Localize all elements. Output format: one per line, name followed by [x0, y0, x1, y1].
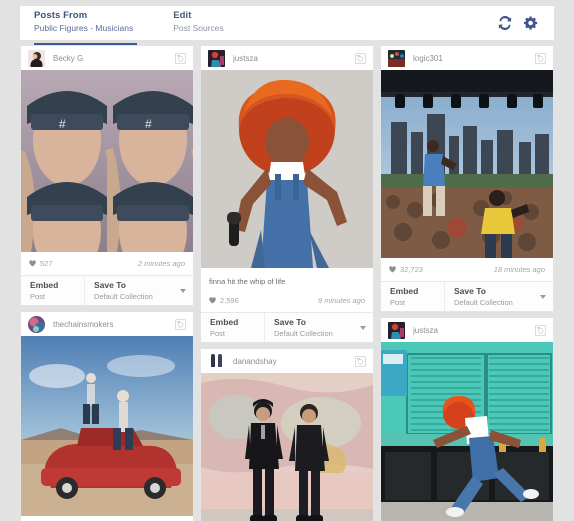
tab-title: Edit [173, 10, 253, 22]
post-time: 18 minutes ago [494, 265, 545, 274]
like-count: 32,723 [400, 265, 423, 274]
post-username: justsza [233, 54, 258, 63]
app-root: Posts From Public Figures - Musicians Ed… [0, 0, 574, 521]
instagram-icon[interactable] [535, 53, 546, 64]
tab-list: Posts From Public Figures - Musicians Ed… [20, 6, 293, 40]
chevron-down-icon[interactable] [173, 276, 193, 305]
avatar [388, 50, 405, 67]
post-card-header: logic301 [381, 46, 553, 70]
avatar [28, 316, 45, 333]
save-to-collection: Default Collection [454, 297, 533, 308]
tab-edit[interactable]: Edit Post Sources [173, 6, 267, 40]
post-card-header: thechainsmokers [21, 312, 193, 336]
embed-post-button[interactable]: Embed Post [21, 276, 85, 305]
chevron-down-icon[interactable] [353, 313, 373, 342]
post-image[interactable] [201, 373, 373, 521]
post-card[interactable]: danandshay [200, 349, 374, 521]
column-3: logic301 [380, 46, 554, 521]
instagram-icon[interactable] [175, 53, 186, 64]
post-time: 2 minutes ago [138, 259, 185, 268]
refresh-icon[interactable] [498, 16, 512, 30]
post-actions: Embed Post Save To Default Collection [381, 281, 553, 311]
tab-subtitle: Post Sources [173, 22, 253, 34]
post-image[interactable] [21, 336, 193, 516]
post-actions: Embed Post Save To Default Collection [21, 275, 193, 305]
post-card-header: justsza [381, 318, 553, 342]
svg-text:#: # [145, 117, 152, 131]
post-card[interactable]: thechainsmokers [20, 312, 194, 521]
post-caption: Fear & Loathing @wetrepublic tonight! [21, 516, 193, 521]
post-caption: finna hit the whip of life [201, 268, 373, 289]
embed-post-button[interactable]: Embed Post [201, 313, 265, 342]
tab-posts-from[interactable]: Posts From Public Figures - Musicians [34, 6, 147, 40]
post-card-header: Becky G [21, 46, 193, 70]
embed-label: Embed [390, 286, 444, 297]
column-2: justsza [200, 46, 374, 521]
like-group: 32,723 [389, 265, 423, 274]
like-group: 527 [29, 259, 53, 268]
save-to-button[interactable]: Save To Default Collection [265, 313, 353, 342]
save-to-label: Save To [454, 286, 533, 297]
post-username: danandshay [233, 357, 277, 366]
save-to-collection: Default Collection [94, 291, 173, 302]
post-card-header: justsza [201, 46, 373, 70]
instagram-icon[interactable] [535, 325, 546, 336]
save-to-collection: Default Collection [274, 328, 353, 339]
post-meta: 32,723 18 minutes ago [381, 258, 553, 281]
post-meta: 527 2 minutes ago [21, 252, 193, 275]
post-image[interactable] [201, 70, 373, 268]
instagram-icon[interactable] [355, 53, 366, 64]
avatar [28, 50, 45, 67]
save-to-label: Save To [94, 280, 173, 291]
post-username: justsza [413, 326, 438, 335]
like-group: 2,596 [209, 296, 239, 305]
post-image[interactable]: # # [21, 70, 193, 252]
post-actions: Embed Post Save To Default Collection [201, 312, 373, 342]
post-card[interactable]: logic301 [380, 46, 554, 312]
post-image[interactable] [381, 342, 553, 521]
chevron-down-icon[interactable] [533, 282, 553, 311]
heart-icon [29, 260, 36, 267]
heart-icon [389, 266, 396, 273]
post-meta: 2,596 9 minutes ago [201, 289, 373, 312]
card-columns: Becky G [20, 46, 554, 521]
post-card-header: danandshay [201, 349, 373, 373]
post-card[interactable]: Becky G [20, 46, 194, 306]
like-count: 527 [40, 259, 53, 268]
avatar [208, 50, 225, 67]
topbar: Posts From Public Figures - Musicians Ed… [20, 6, 554, 40]
embed-sublabel: Post [30, 291, 84, 302]
save-to-button[interactable]: Save To Default Collection [85, 276, 173, 305]
gear-icon[interactable] [524, 16, 538, 30]
instagram-icon[interactable] [355, 356, 366, 367]
post-card[interactable]: justsza [200, 46, 374, 343]
instagram-icon[interactable] [175, 319, 186, 330]
column-1: Becky G [20, 46, 194, 521]
like-count: 2,596 [220, 296, 239, 305]
post-username: logic301 [413, 54, 443, 63]
heart-icon [209, 297, 216, 304]
avatar [388, 322, 405, 339]
post-card[interactable]: justsza [380, 318, 554, 521]
embed-label: Embed [210, 317, 264, 328]
avatar [208, 353, 225, 370]
post-image[interactable] [381, 70, 553, 258]
tab-subtitle: Public Figures - Musicians [34, 22, 133, 34]
tab-title: Posts From [34, 10, 133, 22]
post-username: Becky G [53, 54, 83, 63]
embed-label: Embed [30, 280, 84, 291]
svg-text:#: # [59, 117, 66, 131]
save-to-label: Save To [274, 317, 353, 328]
embed-sublabel: Post [390, 297, 444, 308]
topbar-actions [498, 6, 554, 40]
save-to-button[interactable]: Save To Default Collection [445, 282, 533, 311]
post-username: thechainsmokers [53, 320, 113, 329]
embed-post-button[interactable]: Embed Post [381, 282, 445, 311]
embed-sublabel: Post [210, 328, 264, 339]
post-time: 9 minutes ago [318, 296, 365, 305]
